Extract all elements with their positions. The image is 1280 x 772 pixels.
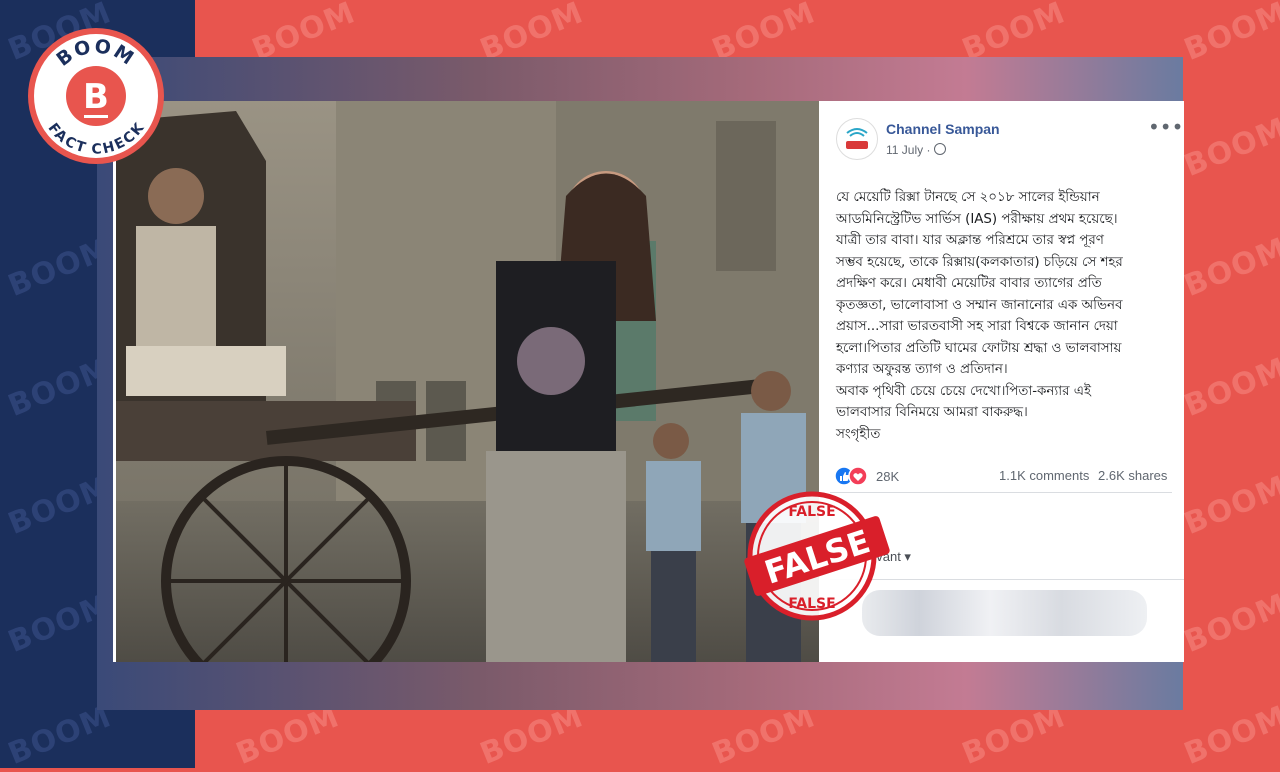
- post-text-line: অবাক পৃথিবী চেয়ে চেয়ে দেখো।পিতা-কন্যার…: [836, 383, 1091, 399]
- post-text-line: সংগৃহীত: [836, 426, 881, 442]
- more-options-button[interactable]: •••: [1148, 117, 1183, 137]
- post-text-line: কৃতজ্ঞতা, ভালোবাসা ও সম্মান জানানোর এক অ…: [836, 297, 1123, 313]
- channel-avatar[interactable]: [836, 118, 878, 160]
- channel-name-link[interactable]: Channel Sampan: [886, 121, 1000, 137]
- post-date-text: 11 July ·: [886, 143, 934, 157]
- blurred-comment: [862, 590, 1147, 636]
- stamp-bottom-text: FALSE: [788, 596, 835, 612]
- post-date[interactable]: 11 July ·: [886, 143, 946, 157]
- post-text-line: আডমিনিস্ট্রেটিভ সার্ভিস (IAS) পরীক্ষায় …: [836, 211, 1118, 227]
- post-text-line: যাত্রী তার বাবা। যার অক্লান্ত পরিশ্রমে ত…: [836, 233, 1104, 248]
- post-text-line: সম্ভব হয়েছে, তাকে রিক্সায়(কলকাতার) চড়…: [836, 254, 1123, 270]
- rickshaw-scene-illustration: [116, 101, 819, 662]
- like-love-reaction-icons: [834, 466, 868, 486]
- channel-logo-icon: [846, 128, 868, 149]
- reactions-summary[interactable]: 28K: [834, 466, 899, 486]
- globe-icon: [933, 143, 946, 155]
- false-stamp: FALSE FALSE FALSE: [742, 490, 892, 622]
- post-body-text: যে মেয়েটি রিক্সা টানছে সে ২০১৮ সালের ইন…: [836, 187, 1171, 445]
- post-text-line: প্রদক্ষিণ করে। মেধাবী মেয়েটির বাবার ত্য…: [836, 276, 1102, 291]
- post-text-line: যে মেয়েটি রিক্সা টানছে সে ২০১৮ সালের ইন…: [836, 190, 1100, 205]
- post-text-line: প্রয়াস...সারা ভারতবাসী সহ সারা বিশ্বকে …: [836, 319, 1118, 334]
- shares-count-link[interactable]: 2.6K shares: [1098, 468, 1167, 483]
- boom-fact-check-logo: B BOOM FACT CHECK: [26, 26, 166, 166]
- stamp-top-text: FALSE: [788, 504, 835, 520]
- post-text-line: ভালবাসার বিনিময়ে আমরা বাকরুদ্ধ।: [836, 405, 1028, 420]
- reaction-count: 28K: [876, 468, 900, 484]
- logo-letter: B: [83, 77, 109, 117]
- post-photo[interactable]: [116, 101, 819, 662]
- post-text-line: কণ্যার অফুরন্ত ত্যাগ ও প্রতিদান।: [836, 362, 1008, 377]
- comments-count-link[interactable]: 1.1K comments: [999, 468, 1089, 483]
- post-text-line: হলো।পিতার প্রতিটি ঘামের ফোটায় শ্রদ্ধা ও…: [836, 340, 1122, 356]
